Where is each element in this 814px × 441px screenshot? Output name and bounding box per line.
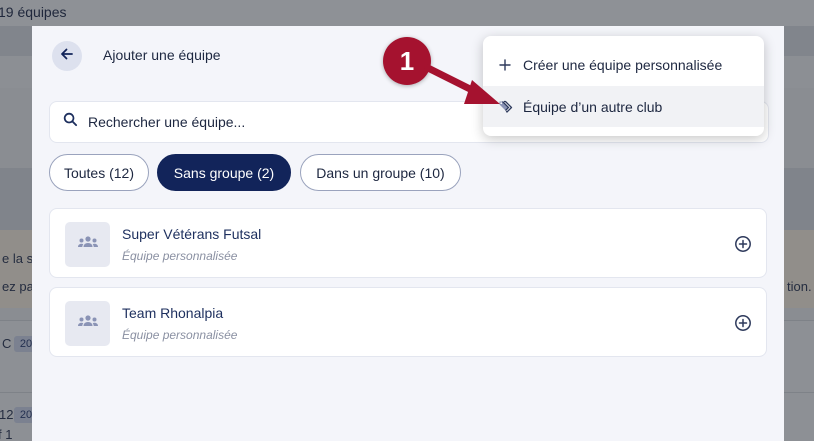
team-card[interactable]: Super Vétérans Futsal Équipe personnalis… <box>49 208 767 278</box>
filter-grouped[interactable]: Dans un groupe (10) <box>300 154 461 191</box>
background-row-text: f 1 <box>0 427 13 441</box>
team-name: Super Vétérans Futsal <box>122 226 262 242</box>
filter-ungrouped[interactable]: Sans groupe (2) <box>157 154 291 191</box>
team-avatar <box>65 222 110 267</box>
modal-title: Ajouter une équipe <box>103 47 221 63</box>
group-icon <box>77 235 99 254</box>
menu-item-label: Équipe d’un autre club <box>523 98 663 115</box>
filter-all[interactable]: Toutes (12) <box>49 154 149 191</box>
back-button[interactable] <box>52 41 82 71</box>
arrow-left-icon <box>59 46 75 67</box>
step-arrow-icon <box>424 64 500 104</box>
background-header: 19 équipes <box>0 0 814 26</box>
search-input[interactable] <box>88 114 468 130</box>
add-circle-icon[interactable] <box>734 314 752 332</box>
menu-item-create-custom-team[interactable]: Créer une équipe personnalisée <box>483 44 764 85</box>
background-snippet: tion. <box>787 279 812 294</box>
team-card[interactable]: Team Rhonalpia Équipe personnalisée <box>49 287 767 357</box>
team-name: Team Rhonalpia <box>122 305 224 321</box>
background-row-text: C <box>2 336 12 351</box>
background-snippet: ez pa <box>2 279 34 294</box>
background-snippet: e la s <box>2 251 34 266</box>
team-avatar <box>65 301 110 346</box>
menu-item-other-club-team[interactable]: Équipe d’un autre club <box>483 86 764 127</box>
background-row-text: 12 <box>0 407 14 422</box>
team-count: 19 équipes <box>0 4 67 20</box>
group-icon <box>77 314 99 333</box>
search-icon <box>63 112 78 132</box>
add-circle-icon[interactable] <box>734 235 752 253</box>
menu-item-label: Créer une équipe personnalisée <box>523 56 723 73</box>
add-team-dropdown: Créer une équipe personnalisée Équipe d’… <box>483 36 764 136</box>
team-type: Équipe personnalisée <box>122 328 238 342</box>
team-type: Équipe personnalisée <box>122 249 238 263</box>
